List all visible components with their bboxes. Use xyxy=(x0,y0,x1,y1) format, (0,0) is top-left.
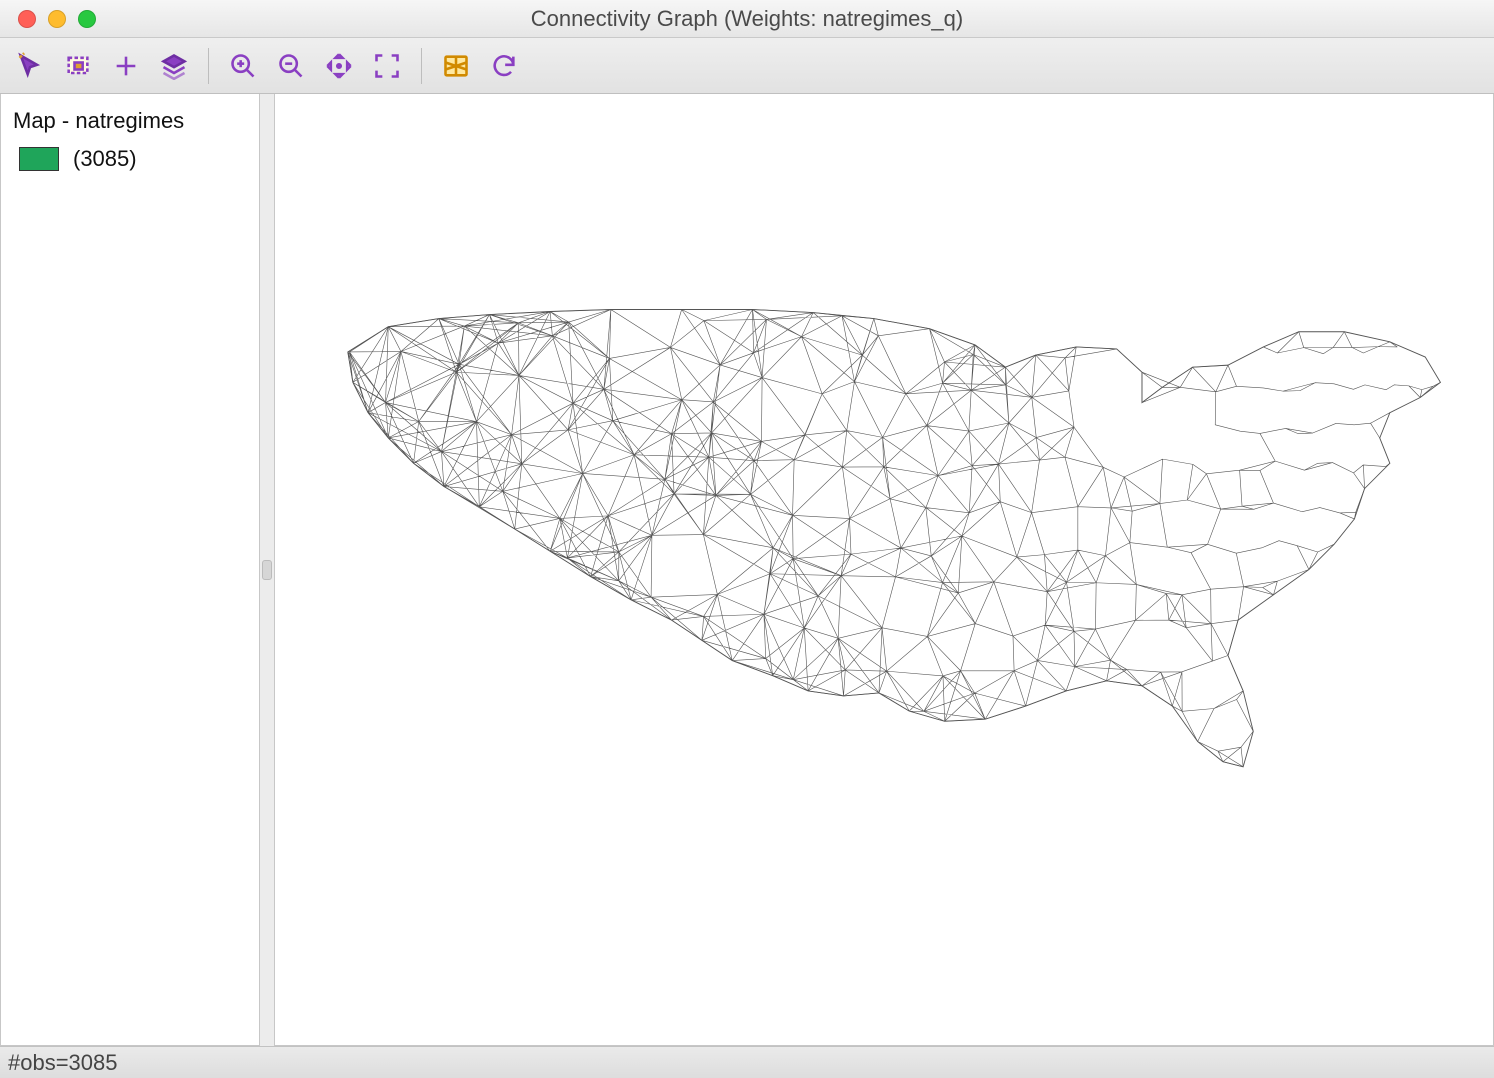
map-canvas[interactable] xyxy=(274,94,1494,1046)
toolbar-separator xyxy=(421,48,422,84)
panel-splitter[interactable] xyxy=(260,94,274,1046)
legend-title: Map - natregimes xyxy=(13,108,247,134)
minimize-window-button[interactable] xyxy=(48,10,66,28)
fit-extent-icon xyxy=(373,52,401,80)
zoom-in-icon xyxy=(229,52,257,80)
zoom-out-button[interactable] xyxy=(269,46,313,86)
main-area: Map - natregimes (3085) xyxy=(0,94,1494,1046)
legend-count: (3085) xyxy=(73,146,137,172)
legend-item[interactable]: (3085) xyxy=(13,146,247,172)
toolbar xyxy=(0,38,1494,94)
add-layer-button[interactable] xyxy=(104,46,148,86)
pan-icon xyxy=(325,52,353,80)
zoom-window-button[interactable] xyxy=(78,10,96,28)
zoom-in-button[interactable] xyxy=(221,46,265,86)
status-obs-count: #obs=3085 xyxy=(8,1050,118,1076)
zoom-out-icon xyxy=(277,52,305,80)
titlebar: Connectivity Graph (Weights: natregimes_… xyxy=(0,0,1494,38)
legend-swatch xyxy=(19,147,59,171)
window-controls xyxy=(0,10,96,28)
window-title: Connectivity Graph (Weights: natregimes_… xyxy=(0,6,1494,32)
pan-button[interactable] xyxy=(317,46,361,86)
legend-panel: Map - natregimes (3085) xyxy=(0,94,260,1046)
refresh-button[interactable] xyxy=(482,46,526,86)
basemap-button[interactable] xyxy=(434,46,478,86)
refresh-icon xyxy=(490,52,518,80)
basemap-icon xyxy=(442,52,470,80)
select-tool-button[interactable] xyxy=(8,46,52,86)
layers-icon xyxy=(160,52,188,80)
layers-button[interactable] xyxy=(152,46,196,86)
splitter-grip-icon xyxy=(262,560,272,580)
select-rect-icon xyxy=(64,52,92,80)
toolbar-separator xyxy=(208,48,209,84)
plus-icon xyxy=(112,52,140,80)
fit-extent-button[interactable] xyxy=(365,46,409,86)
close-window-button[interactable] xyxy=(18,10,36,28)
connectivity-graph xyxy=(275,94,1493,1045)
select-rect-button[interactable] xyxy=(56,46,100,86)
select-arrow-icon xyxy=(16,52,44,80)
status-bar: #obs=3085 xyxy=(0,1046,1494,1078)
